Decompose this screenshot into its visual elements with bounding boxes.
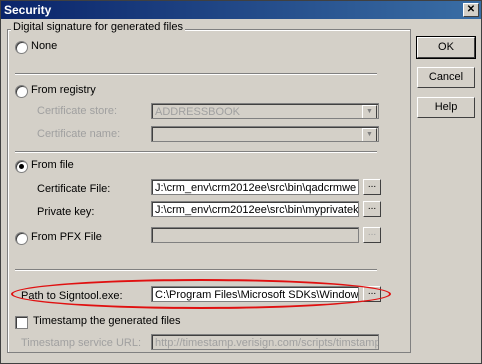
timestamp-url-input[interactable]: http://timestamp.verisign.com/scripts/ti… (151, 334, 379, 350)
cancel-button[interactable]: Cancel (417, 67, 475, 88)
help-button[interactable]: Help (417, 97, 475, 118)
certificate-store-label: Certificate store: (37, 105, 118, 117)
timestamp-url-label: Timestamp service URL: (21, 337, 142, 349)
radio-from-registry-label[interactable]: From registry (31, 84, 96, 96)
radio-from-file[interactable] (15, 160, 28, 173)
close-button[interactable]: ✕ (463, 3, 479, 17)
signtool-path-input[interactable]: C:\Program Files\Microsoft SDKs\Windows (151, 286, 359, 302)
title-bar[interactable]: Security ✕ (1, 1, 481, 19)
dialog-title: Security (4, 3, 52, 17)
radio-from-pfx-label[interactable]: From PFX File (31, 231, 102, 243)
timestamp-checkbox[interactable] (15, 316, 28, 329)
signtool-path-label: Path to Signtool.exe: (21, 290, 123, 302)
security-dialog: Security ✕ Digital signature for generat… (0, 0, 482, 364)
certificate-file-browse-button[interactable]: ... (363, 179, 381, 195)
radio-none-label[interactable]: None (31, 40, 57, 52)
chevron-down-icon[interactable]: ▼ (362, 105, 377, 118)
private-key-browse-button[interactable]: ... (363, 201, 381, 217)
pfx-browse-button[interactable]: ... (363, 227, 381, 243)
private-key-label: Private key: (37, 206, 95, 218)
radio-from-file-label[interactable]: From file (31, 159, 74, 171)
ok-button[interactable]: OK (416, 36, 476, 59)
radio-from-registry[interactable] (15, 85, 28, 98)
radio-from-pfx[interactable] (15, 232, 28, 245)
certificate-name-dropdown[interactable]: ▼ (151, 126, 379, 142)
private-key-input[interactable]: J:\crm_env\crm2012ee\src\bin\myprivatek (151, 201, 359, 217)
certificate-file-input[interactable]: J:\crm_env\crm2012ee\src\bin\qadcrmwe (151, 179, 359, 195)
group-legend: Digital signature for generated files (11, 21, 185, 33)
certificate-store-value: ADDRESSBOOK (155, 106, 240, 118)
separator (15, 269, 377, 271)
chevron-down-icon[interactable]: ▼ (362, 128, 377, 141)
timestamp-checkbox-label[interactable]: Timestamp the generated files (33, 315, 181, 327)
separator (15, 73, 377, 75)
radio-none[interactable] (15, 41, 28, 54)
separator (15, 151, 377, 153)
pfx-file-input[interactable] (151, 227, 359, 243)
certificate-store-dropdown[interactable]: ADDRESSBOOK ▼ (151, 103, 379, 119)
signtool-browse-button[interactable]: ... (363, 286, 381, 302)
certificate-name-label: Certificate name: (37, 128, 121, 140)
certificate-file-label: Certificate File: (37, 183, 111, 195)
